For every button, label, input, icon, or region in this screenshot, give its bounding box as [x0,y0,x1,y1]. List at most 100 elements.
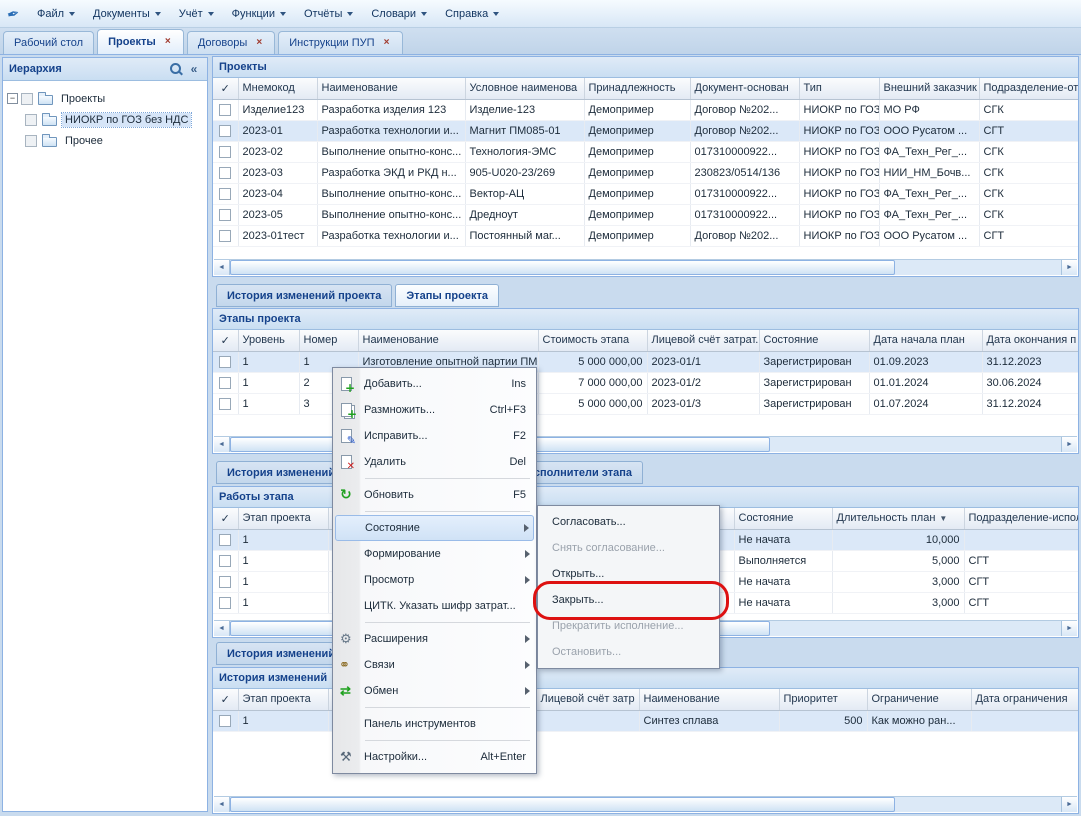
column-header[interactable]: Приоритет [779,689,867,710]
row-checkbox-cell[interactable] [213,393,238,414]
menu-item-state[interactable]: Состояние [335,515,534,541]
menu-item-duplicate[interactable]: Размножить...Ctrl+F3 [335,397,534,423]
menu-item-edit[interactable]: Исправить...F2 [335,423,534,449]
row-checkbox[interactable] [219,230,231,242]
row-checkbox-cell[interactable] [213,372,238,393]
menu-documents[interactable]: Документы [84,5,170,23]
menu-item-toolbar[interactable]: Панель инструментов [335,711,534,737]
projects-hscrollbar[interactable] [214,259,1077,275]
row-checkbox-cell[interactable] [213,592,238,613]
tab-projects[interactable]: Проекты [97,29,184,54]
column-header[interactable]: Лицевой счёт затрат. [647,330,759,351]
collapse-toggle-icon[interactable] [7,93,18,104]
row-checkbox-cell[interactable] [213,529,238,550]
history-hscrollbar[interactable] [214,796,1077,812]
column-header[interactable]: Внешний заказчик [879,78,979,99]
scroll-right-icon[interactable] [1061,437,1077,452]
menu-item-citk-cost-code[interactable]: ЦИТК. Указать шифр затрат... [335,593,534,619]
scroll-left-icon[interactable] [214,260,230,275]
menu-item-delete[interactable]: УдалитьDel [335,449,534,475]
row-checkbox[interactable] [219,188,231,200]
row-checkbox-cell[interactable] [213,162,238,183]
column-header[interactable]: Этап проекта [238,508,328,529]
table-row[interactable]: 2023-02Выполнение опытно-конс...Технолог… [213,141,1078,162]
menu-item-open[interactable]: Открыть... [540,561,717,587]
menu-help[interactable]: Справка [436,5,508,23]
row-checkbox-cell[interactable] [213,99,238,120]
row-checkbox-cell[interactable] [213,120,238,141]
row-checkbox[interactable] [219,576,231,588]
select-column-header[interactable]: ✓ [213,508,238,529]
table-row[interactable]: 2023-04Выполнение опытно-конс...Вектор-А… [213,183,1078,204]
tree-node-label[interactable]: НИОКР по ГОЗ без НДС [62,113,191,127]
row-checkbox[interactable] [219,167,231,179]
column-header[interactable]: Подразделение-от [979,78,1078,99]
scroll-thumb[interactable] [230,260,895,275]
scroll-thumb[interactable] [230,797,895,812]
column-header[interactable]: Лицевой счёт затр [536,689,639,710]
menu-item-add[interactable]: Добавить...Ins [335,371,534,397]
tree-node-label[interactable]: Проекты [58,92,108,106]
tab-instructions[interactable]: Инструкции ПУП [278,31,402,54]
row-checkbox[interactable] [219,534,231,546]
row-checkbox-cell[interactable] [213,183,238,204]
menu-item-view[interactable]: Просмотр [335,567,534,593]
tab-desktop[interactable]: Рабочий стол [3,31,94,54]
column-header[interactable]: Дата начала план [869,330,982,351]
tree-checkbox[interactable] [21,93,33,105]
close-icon[interactable] [382,38,392,48]
menu-reports[interactable]: Отчёты [295,5,362,23]
column-header[interactable]: Дата ограничения [971,689,1078,710]
tree-node-projects[interactable]: Проекты [7,88,203,109]
row-checkbox-cell[interactable] [213,710,238,731]
column-header[interactable]: Длительность план [832,508,964,529]
row-checkbox[interactable] [219,146,231,158]
row-checkbox-cell[interactable] [213,351,238,372]
column-header[interactable]: Дата окончания п [982,330,1078,351]
tree-node-label[interactable]: Прочее [62,134,106,148]
column-header[interactable]: Тип [799,78,879,99]
menu-item-extensions[interactable]: Расширения [335,626,534,652]
tree-checkbox[interactable] [25,135,37,147]
collapse-panel-icon[interactable] [185,61,203,77]
close-icon[interactable] [254,38,264,48]
menu-item-exchange[interactable]: Обмен [335,678,534,704]
scroll-track[interactable] [230,260,1061,275]
column-header[interactable]: Состояние [734,508,832,529]
menu-item-approve[interactable]: Согласовать... [540,509,717,535]
scroll-right-icon[interactable] [1061,621,1077,636]
select-column-header[interactable]: ✓ [213,330,238,351]
row-checkbox[interactable] [219,377,231,389]
row-checkbox-cell[interactable] [213,141,238,162]
row-checkbox[interactable] [219,356,231,368]
table-row[interactable]: 2023-01Разработка технологии и...Магнит … [213,120,1078,141]
column-header[interactable]: Состояние [759,330,869,351]
column-header[interactable]: Наименование [358,330,538,351]
menu-functions[interactable]: Функции [223,5,295,23]
row-checkbox[interactable] [219,125,231,137]
row-checkbox[interactable] [219,715,231,727]
column-header[interactable]: Номер [299,330,358,351]
scroll-left-icon[interactable] [214,437,230,452]
scroll-left-icon[interactable] [214,621,230,636]
row-checkbox-cell[interactable] [213,225,238,246]
menu-item-links[interactable]: Связи [335,652,534,678]
scroll-right-icon[interactable] [1061,260,1077,275]
tab-project-history[interactable]: История изменений проекта [216,284,392,307]
row-checkbox-cell[interactable] [213,550,238,571]
row-checkbox-cell[interactable] [213,204,238,225]
scroll-right-icon[interactable] [1061,797,1077,812]
table-row[interactable]: Изделие123Разработка изделия 123Изделие-… [213,99,1078,120]
menu-dictionaries[interactable]: Словари [362,5,436,23]
row-checkbox-cell[interactable] [213,571,238,592]
table-row[interactable]: 2023-03Разработка ЭКД и РКД н...905-U020… [213,162,1078,183]
scroll-left-icon[interactable] [214,797,230,812]
scroll-track[interactable] [230,797,1061,812]
table-row[interactable]: 2023-05Выполнение опытно-конс...Дредноут… [213,204,1078,225]
table-row[interactable]: 2023-01тестРазработка технологии и...Пос… [213,225,1078,246]
column-header[interactable]: Подразделение-исполн [964,508,1078,529]
tree-node-other[interactable]: Прочее [7,130,203,151]
column-header[interactable]: Наименование [317,78,465,99]
column-header[interactable]: Этап проекта [238,689,328,710]
menu-item-formation[interactable]: Формирование [335,541,534,567]
